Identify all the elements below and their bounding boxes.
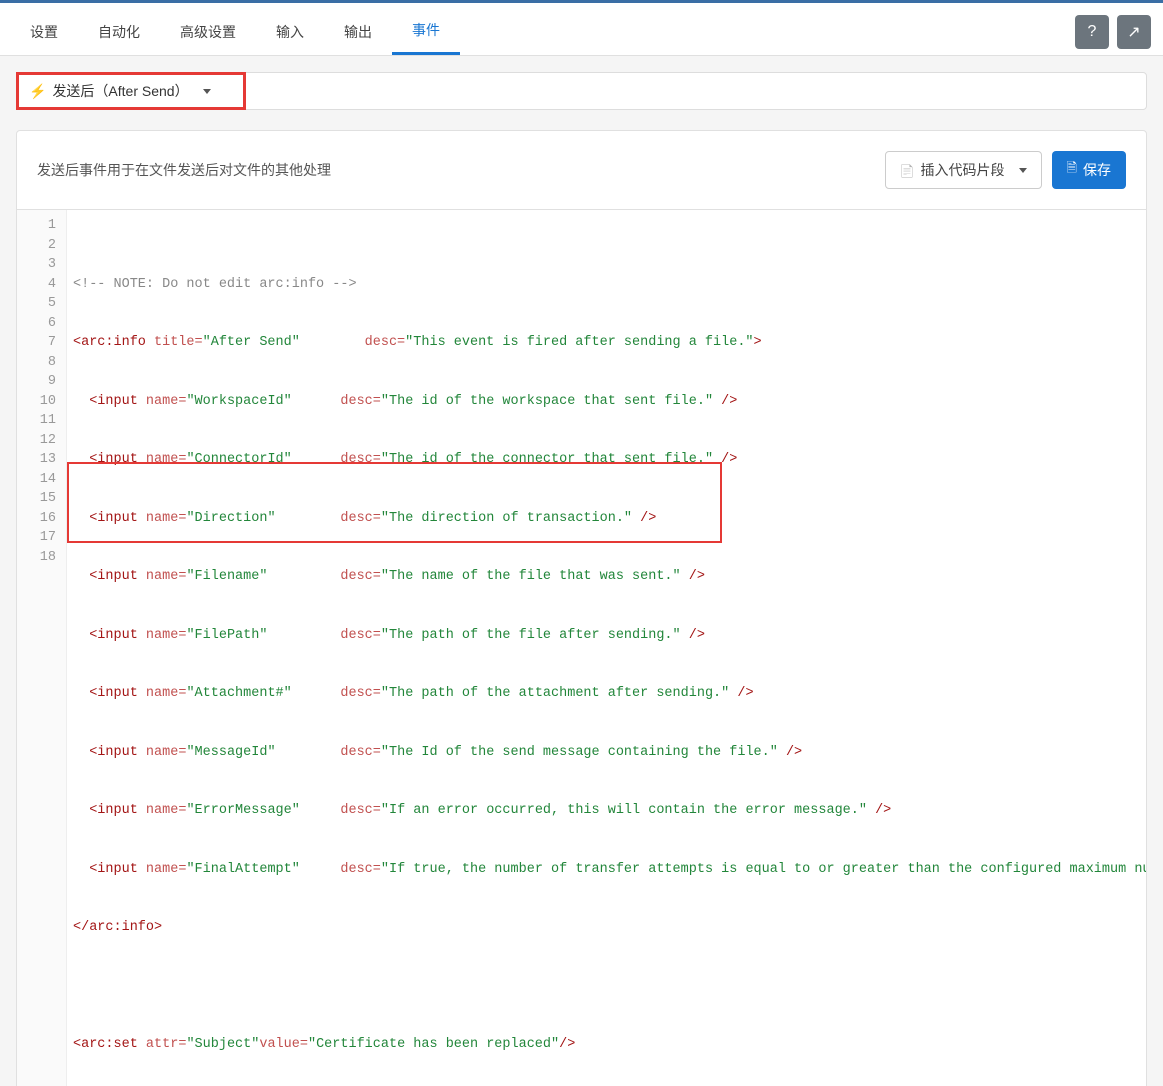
code-line: <input name="FilePath" desc="The path of… [73,626,1146,646]
code-line: <input name="Direction" desc="The direct… [73,509,1146,529]
code-line: <input name="FinalAttempt" desc="If true… [73,860,1146,880]
code-line: <arc:info title="After Send" desc="This … [73,333,1146,353]
save-button[interactable]: 保存 [1052,151,1126,189]
code-line: <arc:set attr="Subject"value="Certificat… [73,1035,1146,1055]
code-line: <input name="Filename" desc="The name of… [73,567,1146,587]
tab-output[interactable]: 输出 [324,10,392,54]
code-line [73,977,1146,997]
code-line: </arc:info> [73,918,1146,938]
code-line: <input name="MessageId" desc="The Id of … [73,743,1146,763]
highlight-box-code [67,462,722,543]
code-line: <input name="Attachment#" desc="The path… [73,684,1146,704]
help-icon: ? [1088,23,1097,41]
popout-button[interactable]: ↗ [1117,15,1151,49]
line-number: 9 [17,372,56,392]
line-number: 18 [17,548,56,568]
code-editor[interactable]: 1 2 3 4 5 6 7 8 9 10 11 12 13 14 15 16 1… [17,209,1146,1086]
popout-icon: ↗ [1127,22,1140,42]
insert-snippet-button[interactable]: 插入代码片段 [885,151,1042,189]
save-icon [1067,159,1077,181]
code-content[interactable]: <!-- NOTE: Do not edit arc:info --> <arc… [67,210,1146,1086]
top-accent-bar [0,0,1163,8]
line-number: 10 [17,392,56,412]
line-number: 1 [17,216,56,236]
line-number: 15 [17,489,56,509]
content-area: ⚡ 发送后（After Send） 发送后事件用于在文件发送后对文件的其他处理 … [0,56,1163,1086]
line-number: 5 [17,294,56,314]
event-selector-label: 发送后（After Send） [52,81,188,101]
line-number: 4 [17,275,56,295]
line-number: 7 [17,333,56,353]
line-number: 2 [17,236,56,256]
help-button[interactable]: ? [1075,15,1109,49]
line-number: 6 [17,314,56,334]
tab-input[interactable]: 输入 [256,10,324,54]
line-number: 14 [17,470,56,490]
panel-description: 发送后事件用于在文件发送后对文件的其他处理 [37,160,331,180]
line-number: 17 [17,528,56,548]
line-number: 8 [17,353,56,373]
tab-advanced[interactable]: 高级设置 [160,10,256,54]
tab-actions: ? ↗ [1075,15,1151,49]
tab-events[interactable]: 事件 [392,8,460,55]
line-number: 12 [17,431,56,451]
code-line: <!-- NOTE: Do not edit arc:info --> [73,275,1146,295]
insert-snippet-label: 插入代码片段 [921,160,1005,180]
code-line: <input name="WorkspaceId" desc="The id o… [73,392,1146,412]
snippet-icon [900,162,915,178]
panel-actions: 插入代码片段 保存 [885,151,1126,189]
save-label: 保存 [1083,160,1111,180]
code-line: <input name="ErrorMessage" desc="If an e… [73,801,1146,821]
event-selector[interactable]: ⚡ 发送后（After Send） [16,72,1147,110]
line-gutter: 1 2 3 4 5 6 7 8 9 10 11 12 13 14 15 16 1… [17,210,67,1086]
tab-bar: 设置 自动化 高级设置 输入 输出 事件 ? ↗ [0,8,1163,56]
chevron-down-icon [203,89,211,94]
panel-header: 发送后事件用于在文件发送后对文件的其他处理 插入代码片段 保存 [37,151,1126,189]
line-number: 16 [17,509,56,529]
line-number: 11 [17,411,56,431]
line-number: 3 [17,255,56,275]
tab-settings[interactable]: 设置 [10,10,78,54]
event-panel: 发送后事件用于在文件发送后对文件的其他处理 插入代码片段 保存 1 2 3 4 [16,130,1147,1086]
code-line: <input name="ConnectorId" desc="The id o… [73,450,1146,470]
chevron-down-icon [1019,168,1027,173]
line-number: 13 [17,450,56,470]
tab-automation[interactable]: 自动化 [78,10,160,54]
lightning-icon: ⚡ [29,83,46,100]
